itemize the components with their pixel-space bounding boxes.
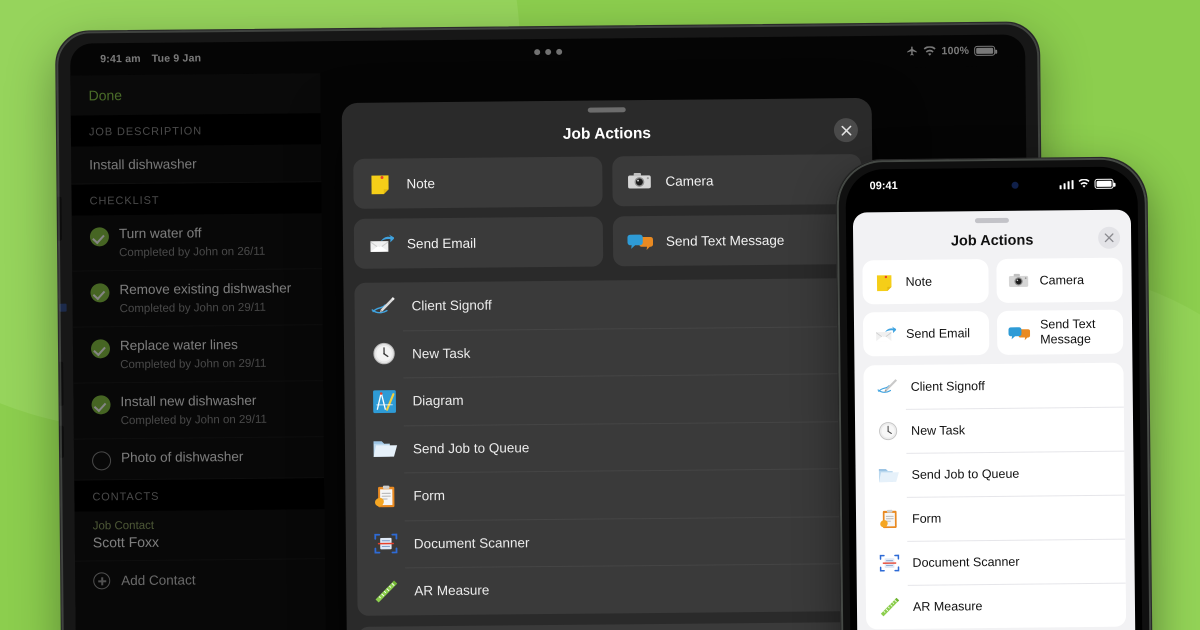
clock-icon (879, 422, 898, 441)
speech-bubbles-icon (1008, 327, 1031, 341)
action-tile-label: Send Text Message (1039, 317, 1096, 347)
close-button[interactable] (1098, 226, 1121, 249)
phone-status-bar: 09:41 (845, 166, 1137, 203)
action-list-label: Form (911, 511, 942, 526)
wifi-icon (1078, 178, 1090, 188)
action-list-item-new-task[interactable]: New Task (355, 326, 863, 378)
document-scanner-icon (374, 533, 398, 554)
action-tile-send-text-message[interactable]: Send Text Message (612, 214, 863, 267)
close-icon (1104, 233, 1114, 243)
action-list-label: AR Measure (414, 582, 490, 599)
action-list-label: New Task (911, 423, 966, 438)
phone-device: 09:41 Job Actions Note Camera Send Email… (835, 156, 1153, 630)
sheet-header: Job Actions (853, 222, 1131, 261)
action-list-item-client-signoff[interactable]: Client Signoff (863, 363, 1123, 410)
action-tile-label: Note (406, 175, 436, 191)
modal-title: Job Actions (562, 125, 652, 143)
action-tile-label: Send Email (406, 235, 477, 251)
action-list-item-new-task[interactable]: New Task (864, 407, 1124, 454)
sticky-note-icon (876, 275, 892, 292)
tablet-button-power[interactable] (58, 425, 65, 458)
pen-signature-icon (877, 379, 898, 393)
action-list-item-form[interactable]: Form (865, 495, 1125, 542)
tablet-sensor (59, 303, 67, 312)
action-tile-send-email[interactable]: Send Email (353, 216, 604, 269)
action-list-label: Send Job to Queue (911, 466, 1020, 482)
document-scanner-icon (879, 554, 900, 572)
tablet-button-volume-up[interactable] (56, 196, 62, 241)
action-tile-send-text-message[interactable]: Send Text Message (996, 309, 1124, 355)
sticky-note-icon (371, 175, 389, 195)
modal-action-tiles: Note Camera Send Email Send Text Message (342, 154, 873, 279)
send-email-icon (876, 326, 897, 342)
action-list-item-diagram[interactable]: Diagram (355, 373, 863, 425)
action-list-label: Send Job to Queue (412, 439, 530, 457)
folder-icon (373, 441, 398, 458)
close-icon (840, 125, 851, 136)
action-list-label: AR Measure (912, 599, 983, 614)
action-list-item-ar-measure[interactable]: AR Measure (866, 583, 1126, 630)
action-tile-camera[interactable]: Camera (612, 154, 862, 207)
action-tile-label: Camera (1039, 272, 1085, 288)
send-email-icon (370, 234, 395, 252)
sheet-action-tiles: Note Camera Send Email Send Text Message (853, 257, 1132, 366)
close-button[interactable] (833, 118, 859, 143)
ruler-icon (375, 580, 398, 603)
action-list-label: Document Scanner (912, 554, 1020, 570)
action-list-item-form[interactable]: Form (356, 468, 864, 520)
camera-icon (628, 173, 651, 189)
modal-next-section[interactable] (357, 621, 867, 630)
action-tile-label: Camera (665, 172, 714, 189)
action-list-item-document-scanner[interactable]: Document Scanner (357, 515, 865, 567)
clipboard-form-icon (375, 485, 395, 507)
action-tile-note[interactable]: Note (353, 156, 603, 209)
clipboard-form-icon (880, 509, 897, 529)
action-list-item-send-job-to-queue[interactable]: Send Job to Queue (356, 420, 864, 472)
battery-icon (1094, 178, 1114, 189)
ruler-icon (880, 597, 900, 617)
action-list-item-client-signoff[interactable]: Client Signoff (354, 278, 862, 330)
action-list-label: Form (413, 488, 446, 504)
action-list-label: Document Scanner (413, 534, 530, 552)
job-actions-modal: Job Actions Note Camera Send Email Send … (341, 97, 878, 630)
speech-bubbles-icon (627, 234, 654, 251)
action-tile-label: Note (905, 274, 933, 289)
phone-status-time: 09:41 (869, 179, 898, 193)
action-list-label: Client Signoff (910, 379, 985, 394)
screenshot-stage: 9:41 am Tue 9 Jan 100% Done JOB DESCRIPT… (0, 0, 1200, 630)
modal-action-list: Client Signoff New Task Diagram Send Job… (354, 278, 866, 616)
action-tile-camera[interactable]: Camera (996, 257, 1123, 303)
pen-signature-icon (371, 296, 395, 314)
action-list-label: New Task (411, 345, 471, 362)
cellular-bars-icon (1059, 179, 1074, 189)
folder-icon (878, 468, 899, 483)
action-list-label: Client Signoff (411, 297, 492, 314)
action-tile-send-email[interactable]: Send Email (862, 311, 990, 357)
action-tile-label: Send Email (906, 325, 971, 341)
clock-icon (373, 343, 395, 365)
job-actions-sheet: Job Actions Note Camera Send Email Send … (852, 209, 1136, 630)
action-tile-label: Send Text Message (665, 232, 785, 249)
action-list-item-document-scanner[interactable]: Document Scanner (865, 539, 1125, 586)
camera-icon (1008, 273, 1029, 288)
action-list-item-send-job-to-queue[interactable]: Send Job to Queue (864, 451, 1124, 498)
phone-screen: 09:41 Job Actions Note Camera Send Email… (845, 166, 1143, 630)
sheet-title: Job Actions (950, 232, 1034, 250)
modal-header: Job Actions (342, 110, 872, 159)
tablet-button-volume-down[interactable] (58, 361, 64, 406)
sheet-action-list: Client Signoff New Task Send Job to Queu… (863, 362, 1127, 630)
diagram-icon (373, 389, 396, 413)
action-tile-note[interactable]: Note (862, 259, 989, 305)
action-list-label: Diagram (412, 393, 464, 409)
action-list-item-ar-measure[interactable]: AR Measure (357, 563, 865, 615)
